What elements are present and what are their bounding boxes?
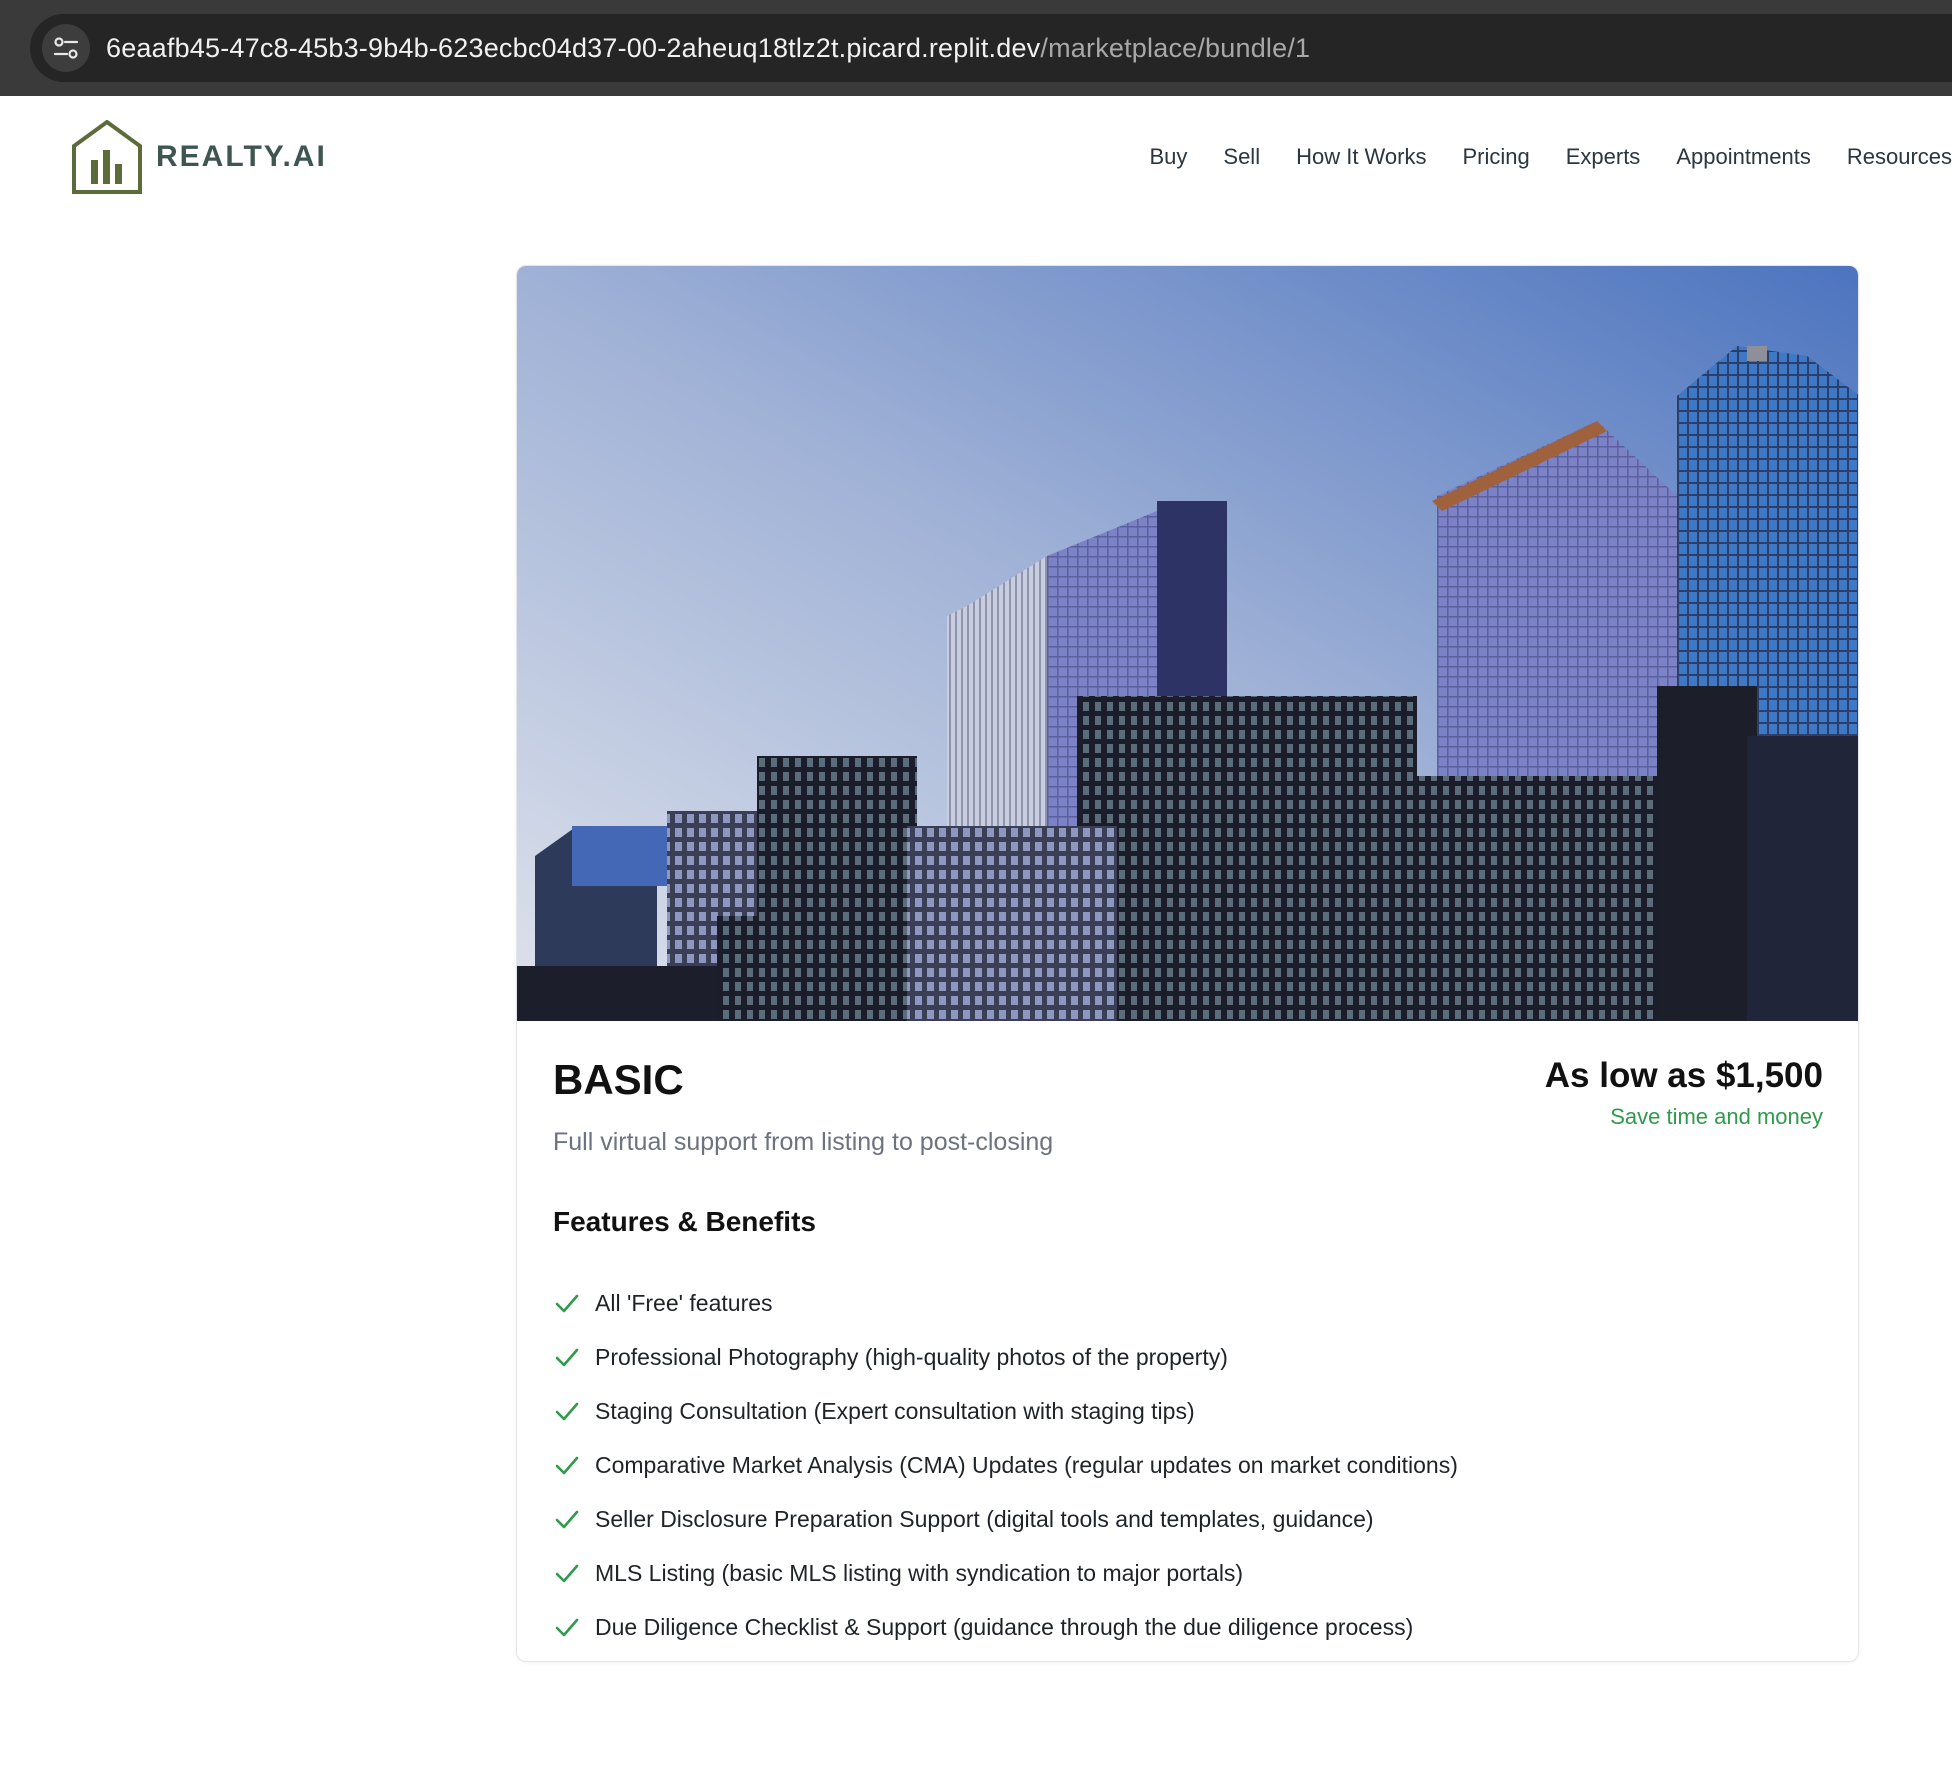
checkmark-icon — [553, 1559, 581, 1587]
bundle-title: BASIC — [553, 1056, 684, 1103]
checkmark-icon — [553, 1343, 581, 1371]
logo[interactable]: REALTY.AI — [70, 120, 327, 194]
url-host: 6eaafb45-47c8-45b3-9b4b-623ecbc04d37-00-… — [106, 32, 1041, 63]
price-note: Save time and money — [1610, 1104, 1823, 1129]
checkmark-icon — [553, 1289, 581, 1317]
feature-item: Professional Photography (high-quality p… — [553, 1330, 1458, 1384]
nav-sell[interactable]: Sell — [1223, 144, 1260, 170]
feature-text: Staging Consultation (Expert consultatio… — [595, 1397, 1195, 1424]
feature-text: All 'Free' features — [595, 1289, 773, 1316]
nav-experts[interactable]: Experts — [1566, 144, 1641, 170]
feature-item: All 'Free' features — [553, 1276, 1458, 1330]
bundle-price: As low as $1,500 — [1544, 1056, 1823, 1095]
price-block: As low as $1,500 Save time and money — [1545, 1056, 1823, 1130]
feature-text: Seller Disclosure Preparation Support (d… — [595, 1505, 1374, 1532]
features-list: All 'Free' features Professional Photogr… — [553, 1276, 1458, 1654]
checkmark-icon — [553, 1505, 581, 1533]
site-info-button[interactable] — [42, 24, 90, 72]
checkmark-icon — [553, 1451, 581, 1479]
address-bar[interactable]: 6eaafb45-47c8-45b3-9b4b-623ecbc04d37-00-… — [30, 14, 1952, 82]
nav-appointments[interactable]: Appointments — [1676, 144, 1811, 170]
feature-item: Seller Disclosure Preparation Support (d… — [553, 1492, 1458, 1546]
bundle-card: BASIC Full virtual support from listing … — [516, 265, 1859, 1662]
hero-image — [517, 266, 1858, 1021]
site-header: REALTY.AI Buy Sell How It Works Pricing … — [0, 96, 1952, 216]
nav-resources[interactable]: Resources — [1847, 144, 1952, 170]
feature-item: Comparative Market Analysis (CMA) Update… — [553, 1438, 1458, 1492]
bundle-subtitle: Full virtual support from listing to pos… — [553, 1128, 1054, 1156]
logo-text: REALTY.AI — [156, 140, 327, 173]
browser-toolbar: 6eaafb45-47c8-45b3-9b4b-623ecbc04d37-00-… — [0, 0, 1952, 96]
checkmark-icon — [553, 1397, 581, 1425]
house-chart-icon — [72, 120, 142, 194]
url-path: /marketplace/bundle/1 — [1040, 32, 1311, 63]
feature-text: Comparative Market Analysis (CMA) Update… — [595, 1451, 1458, 1478]
nav-buy[interactable]: Buy — [1149, 144, 1187, 170]
feature-text: MLS Listing (basic MLS listing with synd… — [595, 1559, 1244, 1586]
features-heading: Features & Benefits — [553, 1206, 816, 1237]
feature-item: MLS Listing (basic MLS listing with synd… — [553, 1546, 1458, 1600]
checkmark-icon — [553, 1613, 581, 1641]
nav-how-it-works[interactable]: How It Works — [1296, 144, 1426, 170]
feature-text: Due Diligence Checklist & Support (guida… — [595, 1613, 1414, 1640]
feature-item: Due Diligence Checklist & Support (guida… — [553, 1600, 1458, 1654]
feature-text: Professional Photography (high-quality p… — [595, 1343, 1228, 1370]
tune-icon — [53, 37, 79, 59]
feature-item: Staging Consultation (Expert consultatio… — [553, 1384, 1458, 1438]
main-nav: Buy Sell How It Works Pricing Experts Ap… — [1113, 144, 1952, 170]
nav-pricing[interactable]: Pricing — [1462, 144, 1529, 170]
url-text[interactable]: 6eaafb45-47c8-45b3-9b4b-623ecbc04d37-00-… — [106, 33, 1310, 64]
